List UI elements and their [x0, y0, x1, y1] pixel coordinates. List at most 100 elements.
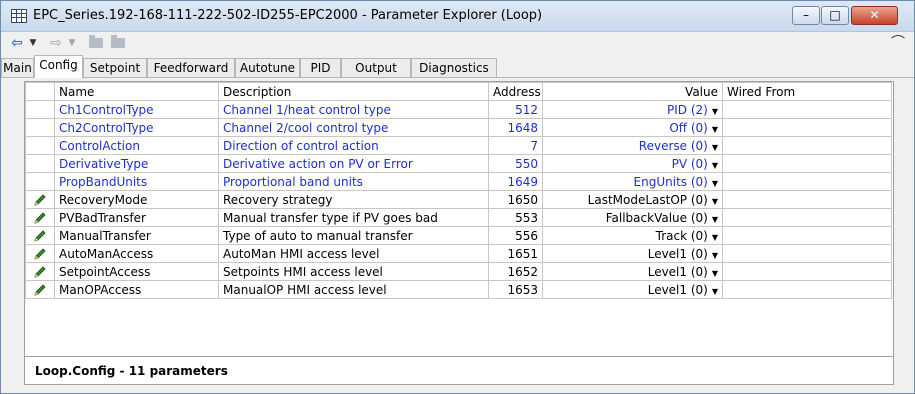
- pin-icon[interactable]: ⌒: [889, 34, 907, 52]
- chevron-down-icon[interactable]: ▼: [712, 161, 718, 170]
- chevron-down-icon[interactable]: ▼: [712, 143, 718, 152]
- parameter-value-dropdown[interactable]: Reverse (0) ▼: [542, 136, 723, 155]
- parameter-wired-from[interactable]: [722, 262, 892, 281]
- folder-up-icon[interactable]: [109, 34, 127, 52]
- table-row[interactable]: Ch1ControlType Channel 1/heat control typ…: [25, 100, 892, 119]
- parameter-wired-from[interactable]: [722, 226, 892, 245]
- column-header-address[interactable]: Address: [488, 82, 543, 101]
- column-header-wired-from[interactable]: Wired From: [722, 82, 892, 101]
- parameter-wired-from[interactable]: [722, 118, 892, 137]
- parameter-value-dropdown[interactable]: FallbackValue (0) ▼: [542, 208, 723, 227]
- chevron-down-icon[interactable]: ▼: [712, 197, 718, 206]
- parameter-description: Derivative action on PV or Error: [218, 154, 489, 173]
- close-button[interactable]: ✕: [851, 6, 898, 25]
- parameter-value: EngUnits (0): [633, 174, 708, 189]
- tab-config[interactable]: Config: [34, 55, 83, 78]
- chevron-down-icon[interactable]: ▼: [712, 251, 718, 260]
- parameter-value: Track (0): [655, 228, 708, 243]
- table-row[interactable]: PVBadTransfer Manual transfer type if PV …: [25, 208, 892, 227]
- chevron-down-icon[interactable]: ▼: [712, 215, 718, 224]
- parameter-name[interactable]: ManOPAccess: [54, 280, 219, 299]
- column-header-name[interactable]: Name: [54, 82, 219, 101]
- chevron-down-icon[interactable]: ▼: [712, 125, 718, 134]
- parameter-value-dropdown[interactable]: EngUnits (0) ▼: [542, 172, 723, 191]
- parameter-wired-from[interactable]: [722, 154, 892, 173]
- row-edit-indicator: [25, 262, 55, 281]
- parameter-value-dropdown[interactable]: Track (0) ▼: [542, 226, 723, 245]
- tab-pid[interactable]: PID: [300, 58, 341, 77]
- folder-icon[interactable]: [87, 34, 105, 52]
- parameter-name[interactable]: RecoveryMode: [54, 190, 219, 209]
- parameter-value: Level1 (0): [647, 264, 708, 279]
- parameter-name[interactable]: DerivativeType: [54, 154, 219, 173]
- parameter-description: Manual transfer type if PV goes bad: [218, 208, 489, 227]
- parameter-name[interactable]: PropBandUnits: [54, 172, 219, 191]
- parameter-value-dropdown[interactable]: LastModeLastOP (0) ▼: [542, 190, 723, 209]
- table-row[interactable]: ManualTransfer Type of auto to manual tra…: [25, 226, 892, 245]
- parameter-address: 1651: [488, 244, 543, 263]
- tab-diagnostics[interactable]: Diagnostics: [411, 58, 497, 77]
- chevron-down-icon[interactable]: ▼: [712, 269, 718, 278]
- row-edit-indicator: [25, 100, 55, 119]
- parameter-description: Channel 2/cool control type: [218, 118, 489, 137]
- forward-arrow-icon[interactable]: ⇨: [47, 34, 65, 52]
- parameter-value-dropdown[interactable]: Off (0) ▼: [542, 118, 723, 137]
- pencil-icon: [34, 266, 46, 278]
- parameter-value-dropdown[interactable]: Level1 (0) ▼: [542, 280, 723, 299]
- parameter-name[interactable]: SetpointAccess: [54, 262, 219, 281]
- parameter-value: Level1 (0): [647, 282, 708, 297]
- tab-output[interactable]: Output: [341, 58, 411, 77]
- parameter-wired-from[interactable]: [722, 136, 892, 155]
- parameter-address: 512: [488, 100, 543, 119]
- back-history-dropdown-icon[interactable]: ▼: [28, 34, 38, 52]
- close-icon: ✕: [869, 8, 880, 22]
- parameter-wired-from[interactable]: [722, 208, 892, 227]
- table-row[interactable]: PropBandUnits Proportional band units 1649…: [25, 172, 892, 191]
- column-header-description[interactable]: Description: [218, 82, 489, 101]
- forward-history-dropdown-icon[interactable]: ▼: [67, 34, 77, 52]
- parameter-address: 553: [488, 208, 543, 227]
- parameter-wired-from[interactable]: [722, 100, 892, 119]
- chevron-down-icon[interactable]: ▼: [712, 179, 718, 188]
- parameter-name[interactable]: ManualTransfer: [54, 226, 219, 245]
- minimize-button[interactable]: –: [792, 6, 820, 25]
- tab-main[interactable]: Main: [1, 58, 34, 77]
- title-bar[interactable]: EPC_Series.192-168-111-222-502-ID255-EPC…: [1, 1, 914, 32]
- table-row[interactable]: AutoManAccess AutoMan HMI access level 165…: [25, 244, 892, 263]
- chevron-down-icon[interactable]: ▼: [712, 107, 718, 116]
- parameter-value: PID (2): [667, 102, 708, 117]
- parameter-wired-from[interactable]: [722, 280, 892, 299]
- parameter-wired-from[interactable]: [722, 172, 892, 191]
- maximize-button[interactable]: □: [821, 6, 849, 25]
- table-row[interactable]: ControlAction Direction of control action…: [25, 136, 892, 155]
- parameter-wired-from[interactable]: [722, 244, 892, 263]
- chevron-down-icon[interactable]: ▼: [712, 287, 718, 296]
- toolbar: ⇦ ▼ ⇨ ▼ ⌒: [1, 32, 914, 54]
- parameter-wired-from[interactable]: [722, 190, 892, 209]
- column-header-value[interactable]: Value: [542, 82, 723, 101]
- chevron-down-icon[interactable]: ▼: [712, 233, 718, 242]
- table-row[interactable]: SetpointAccess Setpoints HMI access level…: [25, 262, 892, 281]
- parameter-name[interactable]: AutoManAccess: [54, 244, 219, 263]
- parameter-value-dropdown[interactable]: Level1 (0) ▼: [542, 244, 723, 263]
- parameter-name[interactable]: PVBadTransfer: [54, 208, 219, 227]
- back-arrow-icon[interactable]: ⇦: [8, 34, 26, 52]
- parameter-value-dropdown[interactable]: PID (2) ▼: [542, 100, 723, 119]
- table-row[interactable]: Ch2ControlType Channel 2/cool control typ…: [25, 118, 892, 137]
- parameter-value-dropdown[interactable]: PV (0) ▼: [542, 154, 723, 173]
- parameter-name[interactable]: Ch1ControlType: [54, 100, 219, 119]
- parameter-description: Direction of control action: [218, 136, 489, 155]
- parameter-name[interactable]: ControlAction: [54, 136, 219, 155]
- tab-autotune[interactable]: Autotune: [235, 58, 300, 77]
- parameter-name[interactable]: Ch2ControlType: [54, 118, 219, 137]
- table-row[interactable]: DerivativeType Derivative action on PV or…: [25, 154, 892, 173]
- pencil-icon: [34, 194, 46, 206]
- tab-feedforward[interactable]: Feedforward: [147, 58, 235, 77]
- parameter-value-dropdown[interactable]: Level1 (0) ▼: [542, 262, 723, 281]
- tab-setpoint[interactable]: Setpoint: [83, 58, 147, 77]
- row-edit-indicator: [25, 244, 55, 263]
- parameter-address: 550: [488, 154, 543, 173]
- parameter-description: Setpoints HMI access level: [218, 262, 489, 281]
- table-row[interactable]: ManOPAccess ManualOP HMI access level 1653…: [25, 280, 892, 299]
- table-row[interactable]: RecoveryMode Recovery strategy 1650 LastMod…: [25, 190, 892, 209]
